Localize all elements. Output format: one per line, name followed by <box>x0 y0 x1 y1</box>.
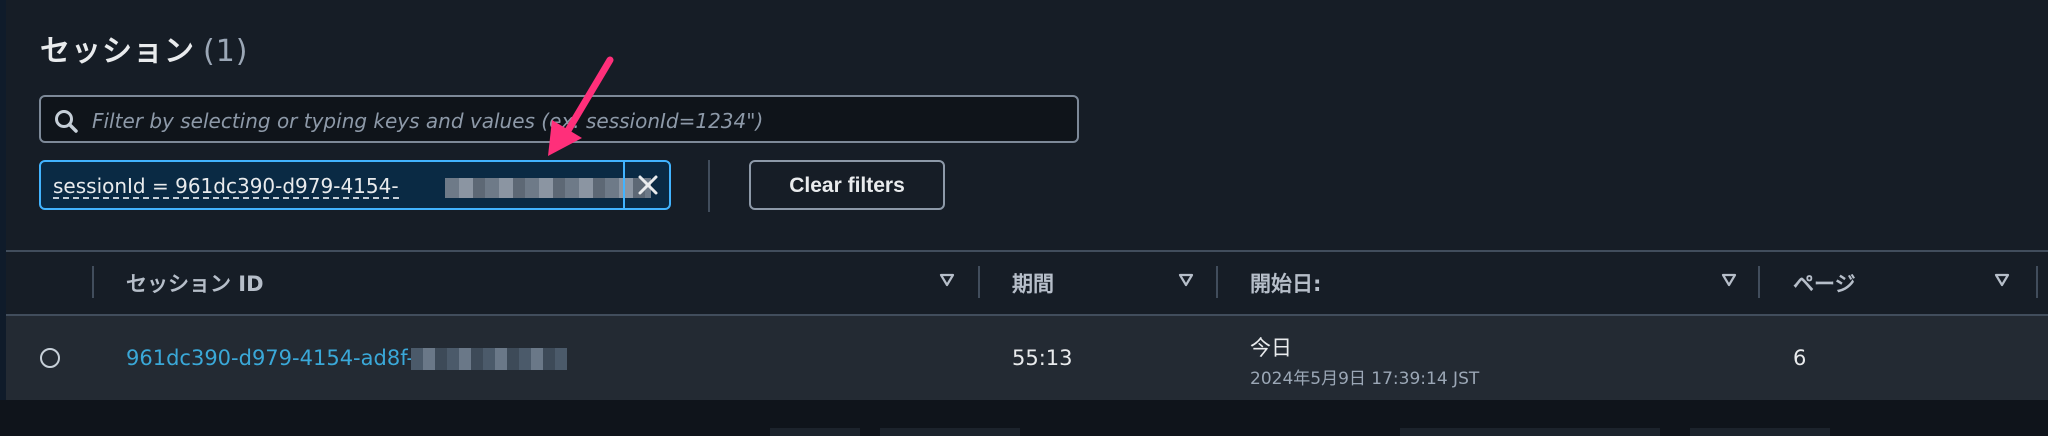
sort-caret-icon[interactable] <box>1994 273 2010 287</box>
table-row[interactable]: 961dc390-d979-4154-ad8f- 55:13 今日 2024年5… <box>6 314 2048 400</box>
start-datetime: 2024年5月9日 17:39:14 JST <box>1250 369 1480 389</box>
sort-caret-icon[interactable] <box>1721 273 1737 287</box>
clear-filters-button[interactable]: Clear filters <box>749 160 945 210</box>
column-divider <box>1758 266 1760 298</box>
page-count: 6 <box>1793 346 1807 370</box>
title-text: セッション <box>40 34 195 69</box>
search-placeholder: Filter by selecting or typing keys and v… <box>92 109 764 133</box>
close-icon[interactable] <box>631 166 665 204</box>
column-header-duration[interactable]: 期間 <box>1012 268 1054 298</box>
column-divider <box>2036 266 2038 298</box>
row-select-radio[interactable] <box>40 348 60 368</box>
column-header-start-date[interactable]: 開始日: <box>1250 268 1321 298</box>
column-header-pages[interactable]: ページ <box>1793 268 1856 298</box>
sort-caret-icon[interactable] <box>939 273 955 287</box>
toolbar-divider <box>708 160 710 212</box>
filter-token[interactable]: sessionId = 961dc390-d979-4154- <box>39 160 671 210</box>
session-duration: 55:13 <box>1012 346 1073 370</box>
search-icon <box>55 110 78 133</box>
bottom-edge <box>0 400 2048 436</box>
column-divider <box>1216 266 1218 298</box>
redacted-region <box>445 178 651 198</box>
sort-caret-icon[interactable] <box>1178 273 1194 287</box>
start-day: 今日 <box>1250 336 1292 360</box>
token-divider <box>623 162 625 208</box>
column-divider <box>92 266 94 298</box>
column-header-session-id[interactable]: セッション ID <box>126 268 264 298</box>
session-count: (1) <box>203 34 249 69</box>
session-id-link[interactable]: 961dc390-d979-4154-ad8f- <box>126 346 414 370</box>
annotation-arrow-icon <box>548 56 614 156</box>
page-title: セッション (1) <box>40 26 249 70</box>
column-divider <box>978 266 980 298</box>
table-header: セッション ID 期間 開始日: ページ <box>6 250 2048 314</box>
redacted-region <box>411 348 567 370</box>
filter-token-label[interactable]: sessionId = 961dc390-d979-4154- <box>53 175 399 199</box>
